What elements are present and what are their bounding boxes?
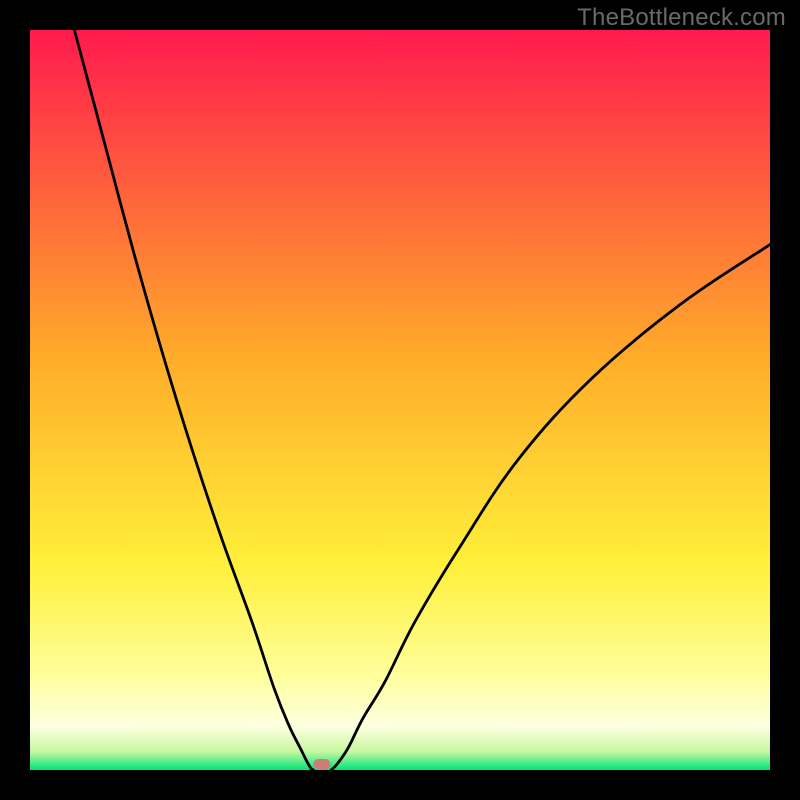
optimal-marker — [314, 759, 331, 769]
plot-area — [30, 30, 770, 770]
bottleneck-curve — [30, 30, 770, 770]
watermark-text: TheBottleneck.com — [577, 4, 786, 32]
chart-frame: TheBottleneck.com — [0, 0, 800, 800]
